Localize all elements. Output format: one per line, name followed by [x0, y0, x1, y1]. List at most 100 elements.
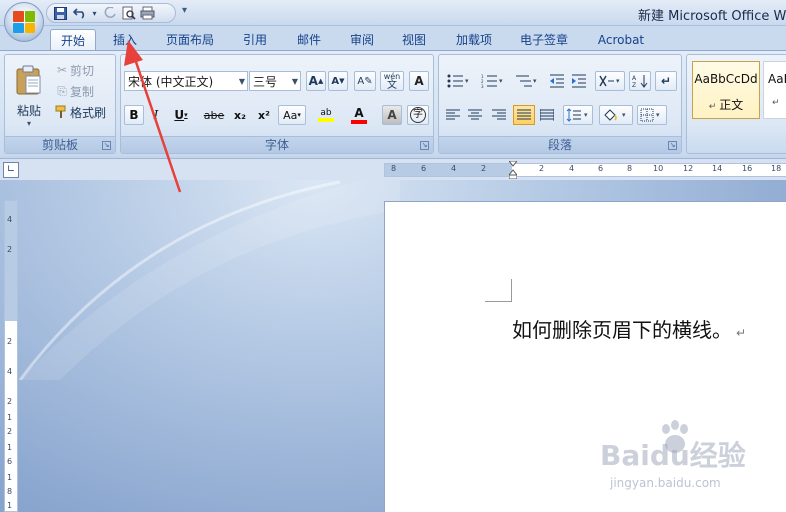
font-size-value: 三号: [253, 74, 278, 89]
tab-add-ins[interactable]: 加载项: [447, 29, 501, 50]
highlight-icon: ab: [320, 108, 332, 118]
font-launcher-icon[interactable]: ↘: [420, 141, 429, 150]
tab-page-layout[interactable]: 页面布局: [160, 29, 220, 50]
tab-selector-button[interactable]: ∟: [3, 162, 19, 178]
ruler-tick: 4: [569, 164, 575, 173]
subscript-button[interactable]: x₂: [229, 105, 251, 125]
watermark-brand: Baidu经验: [600, 439, 746, 472]
ruler-tick: 2: [539, 164, 545, 173]
horizontal-ruler[interactable]: 8 6 4 2 2 4 6 8 10 12 14 16 18: [384, 161, 786, 179]
highlight-button[interactable]: ab: [311, 103, 341, 127]
vertical-ruler[interactable]: 4 2 2 4 2 1 2 1 6 1 8 1: [4, 200, 18, 512]
paragraph-launcher-icon[interactable]: ↘: [668, 141, 677, 150]
svg-text:3: 3: [481, 84, 484, 88]
increase-indent-button[interactable]: [569, 71, 589, 91]
underline-button[interactable]: U ▾: [169, 105, 193, 125]
svg-text:▾: ▾: [533, 77, 537, 85]
italic-icon: I: [153, 108, 159, 122]
justify-button[interactable]: [513, 105, 535, 125]
decrease-indent-button[interactable]: [547, 71, 567, 91]
grow-font-icon: A: [308, 74, 318, 88]
document-body-text[interactable]: 如何删除页眉下的横线。 ↵: [512, 314, 746, 343]
strikethrough-button[interactable]: abe: [201, 105, 227, 125]
font-color-swatch: [351, 120, 367, 124]
paste-button[interactable]: 粘贴 ▾: [9, 59, 49, 133]
undo-icon[interactable]: [72, 6, 87, 21]
shrink-font-button[interactable]: A ▼: [328, 71, 348, 91]
ruler-tick: 8: [391, 164, 397, 173]
tab-acrobat[interactable]: Acrobat: [590, 29, 652, 50]
change-case-button[interactable]: Aa ▾: [278, 105, 306, 125]
print-icon[interactable]: [140, 6, 155, 21]
clear-formatting-button[interactable]: A✎: [354, 71, 376, 91]
character-shading-button[interactable]: A: [382, 105, 402, 125]
svg-text:▾: ▾: [584, 111, 588, 119]
tab-references[interactable]: 引用: [234, 29, 276, 50]
style-normal[interactable]: AaBbCcDd ↵ 正文: [692, 61, 760, 119]
font-color-button[interactable]: A: [344, 103, 374, 127]
clipboard-launcher-icon[interactable]: ↘: [102, 141, 111, 150]
svg-text:▾: ▾: [499, 77, 503, 85]
cut-button[interactable]: ✂ 剪切: [53, 61, 113, 79]
character-border-button[interactable]: A: [409, 71, 429, 91]
paragraph-group-label: 段落: [439, 136, 681, 153]
redo-icon[interactable]: [102, 6, 117, 21]
align-center-icon: [468, 109, 482, 120]
align-left-button[interactable]: [443, 105, 463, 125]
bold-button[interactable]: B: [124, 105, 144, 125]
font-color-icon: A: [354, 106, 364, 120]
tab-home[interactable]: 开始: [50, 29, 96, 50]
distributed-button[interactable]: [537, 105, 557, 125]
tab-review[interactable]: 审阅: [341, 29, 383, 50]
show-marks-button[interactable]: ↵: [655, 71, 677, 91]
ruler-tick: 1: [7, 443, 13, 452]
phonetic-guide-button[interactable]: wén 文: [380, 71, 404, 91]
tab-mailings[interactable]: 邮件: [288, 29, 330, 50]
borders-button[interactable]: ▾: [637, 105, 667, 125]
font-group: 宋体 (中文正文) ▼ 三号 ▼ A ▲ A ▼ A✎ wén 文 A B I U ▾ …: [120, 54, 434, 154]
ribbon: 粘贴 ▾ ✂ 剪切 ⎘ 复制 格式刷 剪贴板 ↘ 宋体 (中文正文) ▼ 三号 …: [0, 50, 786, 156]
font-size-combo[interactable]: 三号 ▼: [249, 71, 301, 91]
scissors-icon: ✂: [56, 63, 68, 77]
window-title: 新建 Microsoft Office Wo: [638, 9, 786, 24]
enclose-characters-button[interactable]: 字: [407, 105, 429, 125]
justify-icon: [517, 109, 531, 120]
print-preview-icon[interactable]: [121, 6, 136, 21]
italic-button[interactable]: I: [146, 105, 166, 125]
numbering-button[interactable]: 1 2 3 ▾: [477, 71, 509, 91]
superscript-icon: x²: [258, 108, 270, 122]
align-left-icon: [446, 109, 460, 120]
tab-view[interactable]: 视图: [393, 29, 435, 50]
customize-qat-icon[interactable]: ▾: [182, 5, 187, 16]
copy-button[interactable]: ⎘ 复制: [53, 82, 113, 100]
tab-e-signature[interactable]: 电子签章: [513, 29, 575, 50]
format-painter-button[interactable]: 格式刷: [53, 103, 115, 121]
save-icon[interactable]: [53, 6, 68, 21]
office-button[interactable]: [4, 2, 44, 42]
indent-marker-icon[interactable]: [509, 161, 517, 179]
sort-button[interactable]: AZ: [629, 71, 651, 91]
ruler-tick: 2: [7, 397, 13, 406]
chinese-layout-button[interactable]: ▾: [595, 71, 625, 91]
bullets-button[interactable]: ▾: [443, 71, 475, 91]
superscript-button[interactable]: x²: [253, 105, 275, 125]
font-name-combo[interactable]: 宋体 (中文正文) ▼: [124, 71, 248, 91]
tab-insert[interactable]: 插入: [104, 29, 146, 50]
cut-label: 剪切: [70, 63, 95, 78]
grow-font-button[interactable]: A ▲: [306, 71, 326, 91]
bullets-icon: ▾: [447, 74, 469, 88]
document-paragraph[interactable]: 如何删除页眉下的横线。: [512, 318, 732, 342]
line-spacing-button[interactable]: ▾: [563, 105, 593, 125]
paste-dropdown-icon: ▾: [26, 119, 31, 128]
shading-button[interactable]: ▾: [599, 105, 633, 125]
title-bar: ▾ ▾ 新建 Microsoft Office Wo: [0, 0, 786, 26]
undo-dropdown-icon[interactable]: ▾: [91, 6, 98, 21]
paste-label: 粘贴: [16, 104, 41, 118]
style-no-spacing[interactable]: AaI ↵: [763, 61, 786, 119]
align-right-button[interactable]: [489, 105, 509, 125]
underline-icon: U: [174, 108, 185, 122]
multilevel-list-button[interactable]: ▾: [511, 71, 543, 91]
ruler-tick: 4: [7, 367, 13, 376]
clipboard-group-label: 剪贴板: [5, 136, 115, 153]
align-center-button[interactable]: [465, 105, 485, 125]
